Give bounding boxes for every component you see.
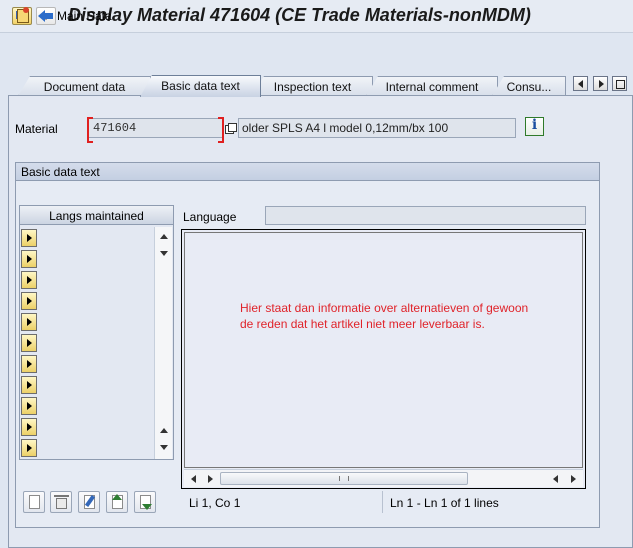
row-selector[interactable] (21, 250, 37, 268)
scroll-left-icon[interactable] (548, 470, 564, 488)
arrow-down-icon (142, 504, 152, 510)
cursor-position: Li 1, Co 1 (183, 491, 383, 513)
tab-label: Internal comment (385, 80, 479, 94)
tab-document-data[interactable]: Document data (18, 76, 151, 96)
tab-scroll-left-icon[interactable] (573, 76, 588, 91)
line-count: Ln 1 - Ln 1 of 1 lines (390, 496, 499, 510)
tab-list-icon[interactable] (612, 76, 627, 91)
scroll-left-icon[interactable] (186, 470, 202, 488)
editor-text-line: de reden dat het artikel niet meer lever… (240, 317, 485, 331)
download-text-button[interactable] (134, 491, 156, 513)
edit-text-button[interactable] (78, 491, 100, 513)
row-selector[interactable] (21, 229, 37, 247)
langs-maintained-table (19, 225, 174, 460)
arrow-up-icon (112, 494, 122, 500)
upload-text-button[interactable] (106, 491, 128, 513)
arrow-left-icon (38, 10, 54, 22)
tab-label: Basic data text (161, 79, 240, 93)
material-label: Material (15, 122, 58, 136)
scroll-down-icon[interactable] (155, 246, 173, 262)
tab-label: Document data (43, 80, 126, 94)
scroll-right-icon[interactable] (565, 470, 581, 488)
scroll-up-icon[interactable] (155, 423, 173, 439)
editor-text: Hier staat dan informatie over alternati… (240, 300, 528, 332)
material-number-field[interactable]: 471604 (87, 117, 224, 143)
tab-scroll-right-icon[interactable] (593, 76, 608, 91)
tab-basic-data-text[interactable]: Basic data text (140, 75, 261, 97)
langs-vertical-scrollbar[interactable] (154, 227, 172, 459)
other-material-icon[interactable] (15, 7, 31, 23)
delete-text-button[interactable] (50, 491, 72, 513)
tab-inspection-text[interactable]: Inspection text (252, 76, 373, 96)
info-icon[interactable] (525, 117, 544, 136)
row-selector[interactable] (21, 439, 37, 457)
row-selector[interactable] (21, 334, 37, 352)
main-data-button[interactable]: Main Data (38, 7, 112, 25)
scroll-up-icon[interactable] (155, 229, 173, 245)
langs-maintained-header: Langs maintained (19, 205, 174, 225)
application-toolbar (0, 34, 633, 64)
new-document-icon (29, 495, 40, 509)
scroll-right-icon[interactable] (202, 470, 218, 488)
editor-text-line: Hier staat dan informatie over alternati… (240, 301, 529, 315)
row-selector[interactable] (21, 376, 37, 394)
row-selector[interactable] (21, 355, 37, 373)
create-text-button[interactable] (23, 491, 45, 513)
tab-strip: Document data Basic data text Inspection… (0, 72, 633, 97)
group-title: Basic data text (16, 163, 599, 181)
tab-label: Inspection text (273, 80, 352, 94)
row-selector[interactable] (21, 271, 37, 289)
language-label: Language (183, 210, 237, 224)
language-field[interactable] (265, 206, 586, 225)
text-editor-area[interactable] (184, 232, 583, 468)
row-selector[interactable] (21, 313, 37, 331)
scroll-down-icon[interactable] (155, 440, 173, 456)
tab-label: Consu... (506, 80, 552, 94)
tab-consumption[interactable]: Consu... (492, 76, 566, 96)
material-description-field[interactable]: older SPLS A4 l model 0,12mm/bx 100 (238, 118, 516, 138)
row-selector[interactable] (21, 418, 37, 436)
row-selector[interactable] (21, 397, 37, 415)
window-title: Display Material 471604 (CE Trade Materi… (68, 5, 531, 25)
main-data-label: Main Data (57, 9, 112, 23)
tab-internal-comment[interactable]: Internal comment (366, 76, 498, 96)
row-selector[interactable] (21, 292, 37, 310)
trash-icon (54, 495, 69, 509)
copy-icon (225, 123, 237, 134)
scrollbar-thumb[interactable] (220, 472, 468, 485)
